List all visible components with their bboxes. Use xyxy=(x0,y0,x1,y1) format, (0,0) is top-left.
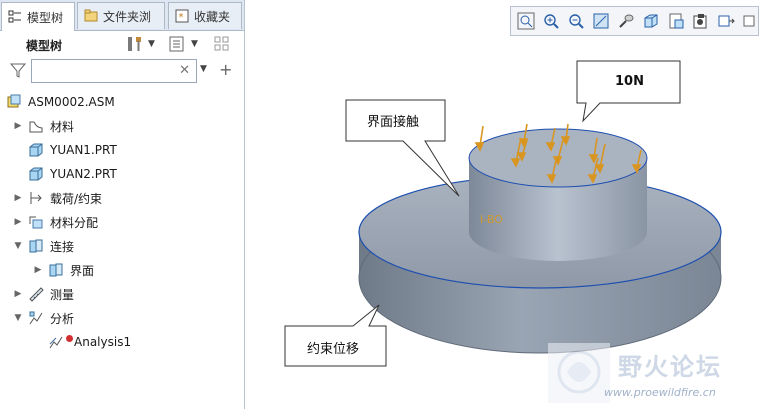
callout-contact-label: 界面接触 xyxy=(367,115,420,130)
tree-node-label: ASM0002.ASM xyxy=(28,95,115,109)
zoom-in-icon[interactable] xyxy=(542,12,560,30)
part-icon xyxy=(28,166,44,182)
assembly-icon xyxy=(6,94,22,110)
tree-node-label: YUAN1.PRT xyxy=(50,143,117,157)
expand-arrow-icon[interactable]: ▶ xyxy=(12,217,24,227)
tab-label: 收藏夹 xyxy=(194,9,231,24)
display-style-icon[interactable] xyxy=(642,12,660,30)
callout-force-label: 10N xyxy=(615,74,644,89)
watermark-name: 野火论坛 xyxy=(618,353,722,381)
tree-node-label: 材料分配 xyxy=(50,215,99,230)
expand-arrow-icon[interactable]: ▶ xyxy=(32,265,44,275)
tab-folder-browser[interactable]: 文件夹浏 xyxy=(77,2,165,29)
tree-node-interface[interactable]: ▶ 界面 xyxy=(32,260,94,280)
tree-node-analysis[interactable]: ▼ 分析 xyxy=(12,308,74,328)
tree-node-loads[interactable]: ▶ 载荷/约束 xyxy=(12,188,103,208)
tab-label: 文件夹浏 xyxy=(103,9,152,24)
tree-columns-icon[interactable] xyxy=(213,35,231,53)
filter-row: ✕ ▼ + xyxy=(0,58,244,86)
favorites-icon: * xyxy=(175,9,189,23)
measure-icon xyxy=(28,286,44,302)
view-manager-icon[interactable] xyxy=(692,12,710,30)
load-arrow xyxy=(474,125,485,152)
load-constraint-icon xyxy=(28,190,44,206)
svg-text:*: * xyxy=(179,12,184,23)
annotation-display-icon[interactable] xyxy=(742,12,759,30)
tree-node-label: 分析 xyxy=(50,311,75,326)
filter-input[interactable]: ✕ xyxy=(31,59,197,83)
callout-constraint-label: 约束位移 xyxy=(307,342,360,357)
tools-icon[interactable] xyxy=(126,35,144,53)
expand-arrow-icon[interactable]: ▶ xyxy=(12,193,24,203)
collapse-arrow-icon[interactable]: ▼ xyxy=(12,313,24,323)
tree-node-label: 测量 xyxy=(50,287,75,302)
tree-header: 模型树 ▼ ▼ xyxy=(0,30,244,58)
tree-node-label: 载荷/约束 xyxy=(50,191,103,206)
interface-icon xyxy=(48,262,64,278)
tree-node-asm[interactable]: ASM0002.ASM xyxy=(6,92,115,112)
folder-browser-icon xyxy=(84,9,98,23)
tab-model-tree[interactable]: 模型树 xyxy=(1,2,75,31)
expand-arrow-icon[interactable]: ▶ xyxy=(12,289,24,299)
tree-node-analysis1[interactable]: Analysis1 xyxy=(48,332,131,352)
connection-icon xyxy=(28,238,44,254)
tree-node-connections[interactable]: ▼ 连接 xyxy=(12,236,74,256)
analysis-icon xyxy=(28,310,44,326)
chevron-down-icon[interactable]: ▼ xyxy=(200,64,218,82)
analysis-run-icon xyxy=(48,334,64,350)
plus-icon[interactable]: + xyxy=(219,60,237,79)
model-tree-icon xyxy=(8,10,22,24)
tree-node-label: 连接 xyxy=(50,239,75,254)
zoom-fit-icon[interactable] xyxy=(517,12,535,30)
spin-center-icon[interactable] xyxy=(717,12,735,30)
tree-node-measures[interactable]: ▶ 测量 xyxy=(12,284,74,304)
tree-node-material[interactable]: ▶ 材料 xyxy=(12,116,74,136)
graphics-toolbar xyxy=(510,6,759,36)
tree-title: 模型树 xyxy=(26,39,63,53)
tree-node-label: 界面 xyxy=(70,263,95,278)
model-tree-panel: 模型树 文件夹浏 * 收藏夹 模型树 ▼ ▼ ✕ ▼ + ASM0002.ASM… xyxy=(0,0,245,409)
chevron-down-icon[interactable]: ▼ xyxy=(148,39,166,57)
part-icon xyxy=(28,142,44,158)
zoom-out-icon[interactable] xyxy=(567,12,585,30)
tree-node-label: 材料 xyxy=(50,119,75,134)
panel-tabs: 模型树 文件夹浏 * 收藏夹 xyxy=(0,0,244,31)
callout-force-box xyxy=(576,60,681,123)
tree-node-material-assign[interactable]: ▶ 材料分配 xyxy=(12,212,98,232)
warning-icon xyxy=(66,334,73,342)
tab-label: 模型树 xyxy=(27,10,64,25)
saved-views-icon[interactable] xyxy=(667,12,685,30)
collapse-arrow-icon[interactable]: ▼ xyxy=(12,241,24,251)
refit-icon[interactable] xyxy=(592,12,610,30)
tree-node-yuan2[interactable]: YUAN2.PRT xyxy=(24,164,117,184)
contact-marker: I-BO xyxy=(480,213,503,226)
filter-icon[interactable] xyxy=(9,61,28,79)
expand-arrow-icon[interactable]: ▶ xyxy=(12,121,24,131)
material-icon xyxy=(28,118,44,134)
watermark-logo xyxy=(548,343,610,403)
tree-node-label: Analysis1 xyxy=(74,335,132,349)
list-icon[interactable] xyxy=(168,35,186,53)
repaint-icon[interactable] xyxy=(617,12,635,30)
tab-favorites[interactable]: * 收藏夹 xyxy=(168,2,242,29)
watermark-url: www.proewildfire.cn xyxy=(604,386,716,399)
material-assign-icon xyxy=(28,214,44,230)
tree-node-yuan1[interactable]: YUAN1.PRT xyxy=(24,140,117,160)
tree-node-label: YUAN2.PRT xyxy=(50,167,117,181)
close-icon[interactable]: ✕ xyxy=(179,63,190,78)
chevron-down-icon[interactable]: ▼ xyxy=(191,39,209,57)
